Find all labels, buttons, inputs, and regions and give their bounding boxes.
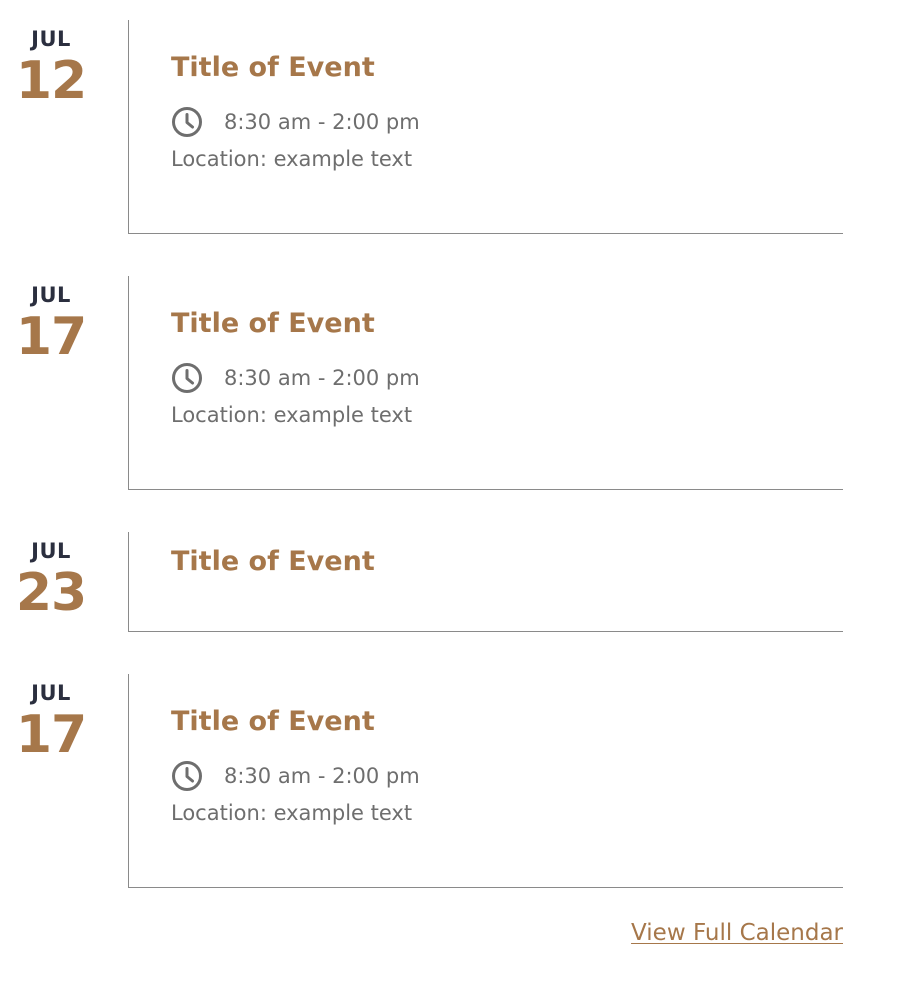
event-month: JUL — [31, 283, 71, 307]
event-location: Location: example text — [171, 147, 413, 171]
clock-icon — [172, 761, 202, 791]
event-month: JUL — [31, 27, 71, 51]
event-time-row: 8:30 am - 2:00 pm — [171, 106, 420, 138]
event-title[interactable]: Title of Event — [171, 546, 375, 577]
event-card[interactable]: Title of Event 8:30 am - 2:00 pm Locatio… — [128, 674, 843, 888]
event-card[interactable]: Title of Event — [128, 532, 843, 632]
event-title[interactable]: Title of Event — [171, 706, 375, 737]
view-full-calendar-link[interactable]: View Full Calendar — [631, 920, 843, 946]
event-item: JUL 23 Title of Event — [0, 532, 906, 632]
event-title[interactable]: Title of Event — [171, 52, 375, 83]
event-date: JUL 12 — [0, 22, 102, 108]
event-location: Location: example text — [171, 403, 413, 427]
event-time: 8:30 am - 2:00 pm — [224, 764, 420, 788]
event-location: Location: example text — [171, 801, 413, 825]
event-date: JUL 17 — [0, 278, 102, 364]
event-day: 12 — [15, 51, 87, 111]
event-item: JUL 17 Title of Event 8:30 am - 2:00 pm … — [0, 674, 906, 888]
event-title[interactable]: Title of Event — [171, 308, 375, 339]
clock-icon — [172, 107, 202, 137]
clock-icon — [172, 363, 202, 393]
event-day: 23 — [15, 563, 87, 623]
event-date: JUL 17 — [0, 676, 102, 762]
event-month: JUL — [31, 681, 71, 705]
event-item: JUL 12 Title of Event 8:30 am - 2:00 pm … — [0, 20, 906, 234]
event-time: 8:30 am - 2:00 pm — [224, 110, 420, 134]
event-day: 17 — [15, 307, 87, 367]
event-item: JUL 17 Title of Event 8:30 am - 2:00 pm … — [0, 276, 906, 490]
event-date: JUL 23 — [0, 534, 102, 620]
event-time-row: 8:30 am - 2:00 pm — [171, 760, 420, 792]
event-day: 17 — [15, 705, 87, 765]
event-card[interactable]: Title of Event 8:30 am - 2:00 pm Locatio… — [128, 276, 843, 490]
event-time-row: 8:30 am - 2:00 pm — [171, 362, 420, 394]
event-month: JUL — [31, 539, 71, 563]
event-card[interactable]: Title of Event 8:30 am - 2:00 pm Locatio… — [128, 20, 843, 234]
event-time: 8:30 am - 2:00 pm — [224, 366, 420, 390]
